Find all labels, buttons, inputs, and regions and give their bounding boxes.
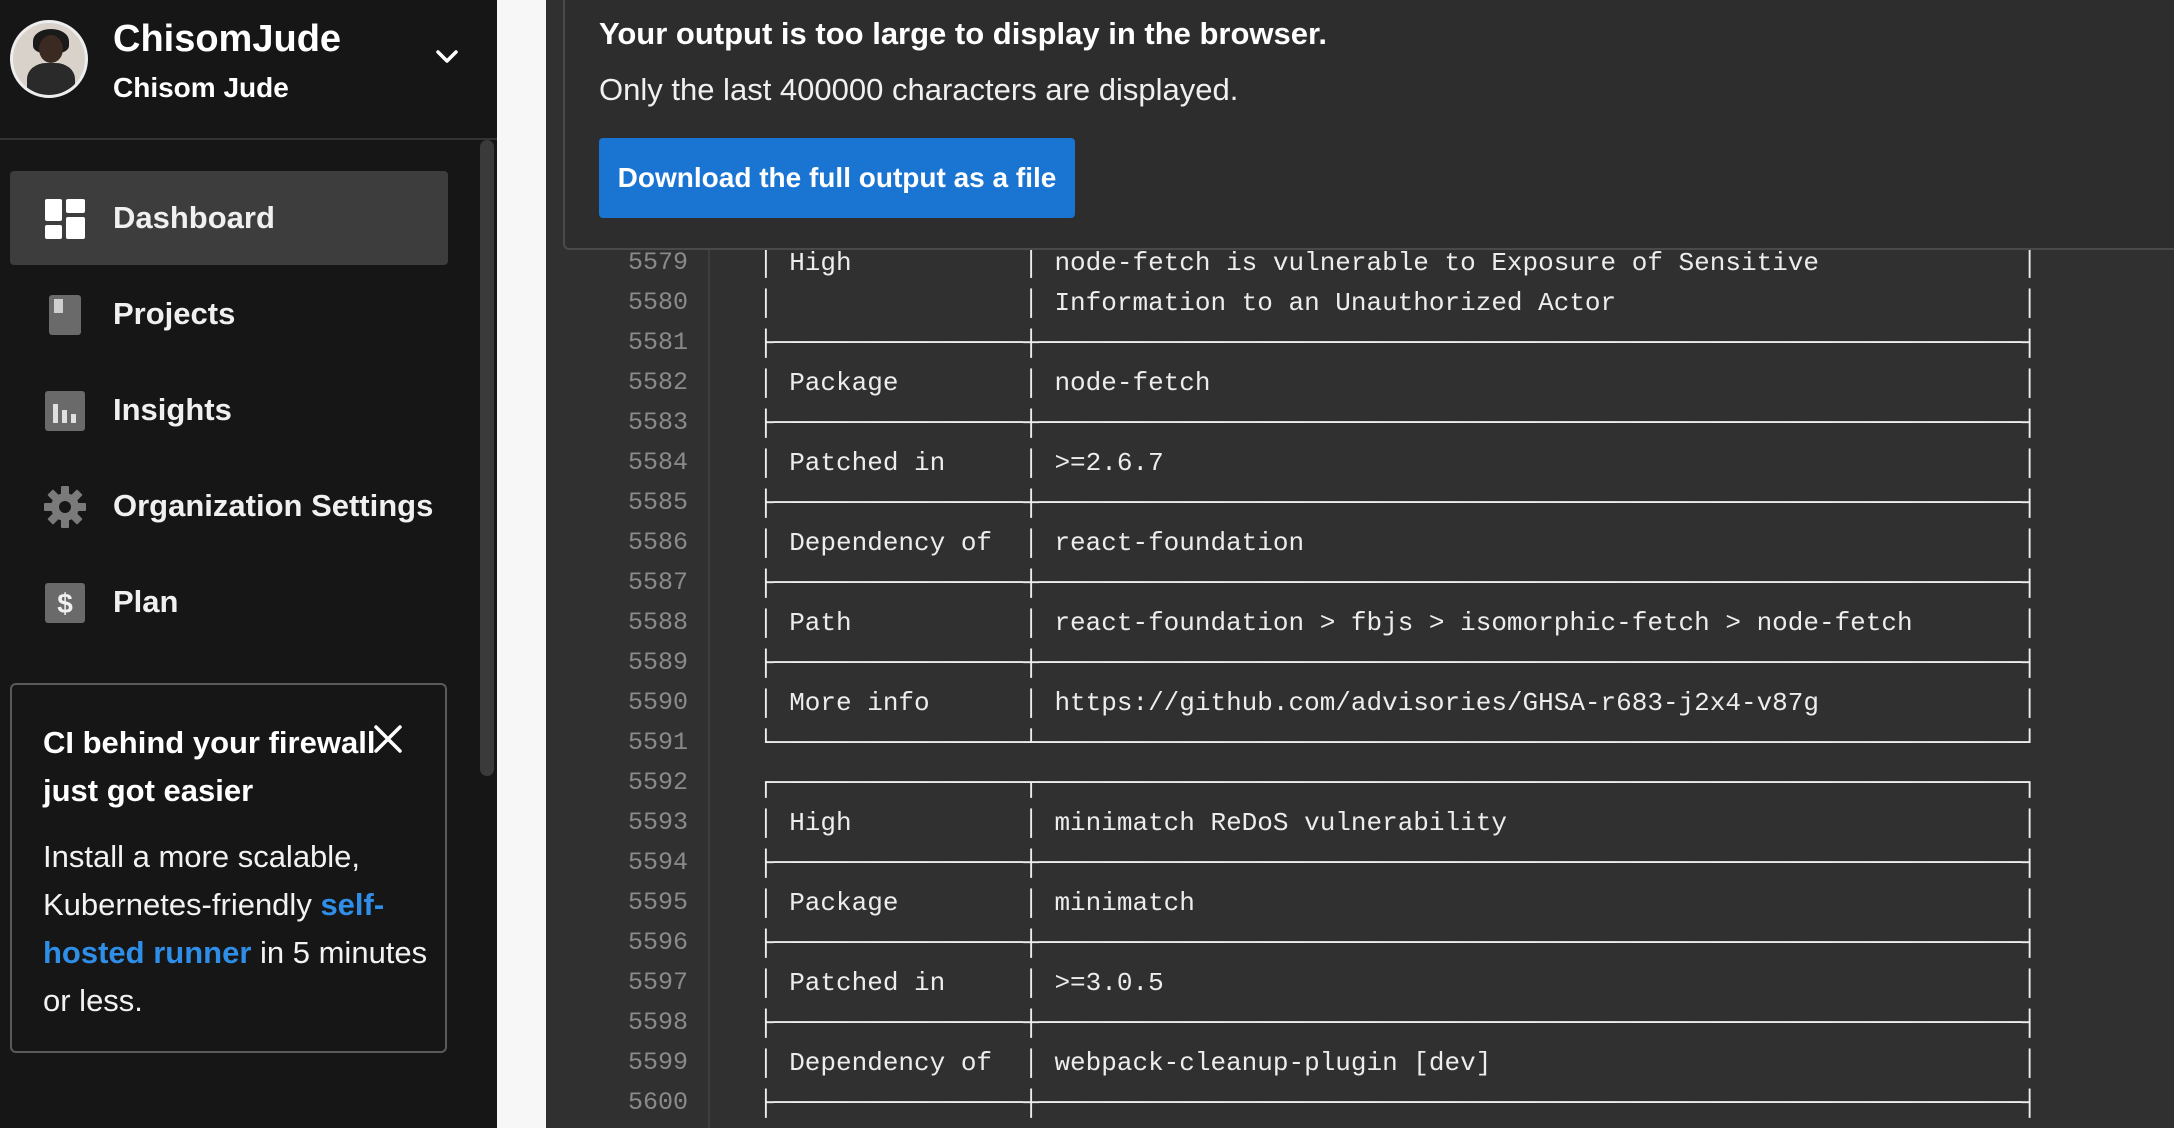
log-line: 5592 ┌────────────────┬──────────────────…: [546, 762, 2174, 802]
line-text: │ │ Information to an Unauthorized Actor…: [758, 288, 2038, 318]
nav-label-organization-settings: Organization Settings: [113, 488, 434, 523]
account-switcher[interactable]: ChisomJude Chisom Jude: [0, 0, 497, 140]
line-text: │ High │ minimatch ReDoS vulnerability │: [758, 808, 2038, 838]
line-number[interactable]: 5600: [606, 1088, 688, 1117]
line-text: ├────────────────┼──────────────────────…: [758, 488, 2038, 518]
promo-body: Install a more scalable, Kubernetes-frie…: [43, 833, 433, 1025]
line-number[interactable]: 5592: [606, 768, 688, 797]
line-text: │ Dependency of │ react-foundation │: [758, 528, 2038, 558]
avatar: [10, 20, 88, 98]
line-number[interactable]: 5583: [606, 408, 688, 437]
sidebar-scrollbar-thumb[interactable]: [480, 140, 494, 776]
line-text: │ Dependency of │ webpack-cleanup-plugin…: [758, 1048, 2038, 1078]
line-text: │ Package │ minimatch │: [758, 888, 2038, 918]
promo-card: CI behind your firewall just got easier …: [10, 683, 447, 1053]
nav-item-insights[interactable]: Insights: [10, 363, 448, 457]
line-number[interactable]: 5579: [606, 250, 688, 277]
log-line: 5598 ├────────────────┼──────────────────…: [546, 1002, 2174, 1042]
line-number[interactable]: 5598: [606, 1008, 688, 1037]
line-text: └────────────────┴──────────────────────…: [758, 728, 2038, 758]
log-line: 5589 ├────────────────┼──────────────────…: [546, 642, 2174, 682]
line-number[interactable]: 5594: [606, 848, 688, 877]
banner-title: Your output is too large to display in t…: [599, 16, 1327, 51]
dollar-icon: $: [45, 583, 85, 623]
log-line: 5600 ├────────────────┼──────────────────…: [546, 1082, 2174, 1122]
insights-icon: [45, 391, 85, 431]
line-text: ├────────────────┼──────────────────────…: [758, 1008, 2038, 1038]
log-line: 5594 ├────────────────┼──────────────────…: [546, 842, 2174, 882]
line-text: │ More info │ https://github.com/advisor…: [758, 688, 2038, 718]
log-output: 5579 │ High │ node-fetch is vulnerable to…: [546, 250, 2174, 1128]
line-number[interactable]: 5595: [606, 888, 688, 917]
promo-text-before: Install a more scalable, Kubernetes-frie…: [43, 839, 361, 922]
line-number[interactable]: 5591: [606, 728, 688, 757]
line-number[interactable]: 5599: [606, 1048, 688, 1077]
line-number[interactable]: 5589: [606, 648, 688, 677]
output-too-large-banner: Your output is too large to display in t…: [563, 0, 2174, 250]
log-line: 5583 ├────────────────┼──────────────────…: [546, 402, 2174, 442]
line-number[interactable]: 5584: [606, 448, 688, 477]
line-number[interactable]: 5585: [606, 488, 688, 517]
line-number[interactable]: 5593: [606, 808, 688, 837]
line-number[interactable]: 5596: [606, 928, 688, 957]
projects-icon: [49, 295, 81, 335]
line-text: ├────────────────┼──────────────────────…: [758, 648, 2038, 678]
line-text: ├────────────────┼──────────────────────…: [758, 408, 2038, 438]
line-text: │ Package │ node-fetch │: [758, 368, 2038, 398]
line-text: │ Path │ react-foundation > fbjs > isomo…: [758, 608, 2038, 638]
nav-label-insights: Insights: [113, 392, 232, 427]
log-line: 5593 │ High │ minimatch ReDoS vulnerabili…: [546, 802, 2174, 842]
nav-label-plan: Plan: [113, 584, 179, 619]
line-text: ├────────────────┼──────────────────────…: [758, 928, 2038, 958]
nav-item-projects[interactable]: Projects: [10, 267, 448, 361]
svg-text:$: $: [57, 588, 73, 619]
line-number[interactable]: 5590: [606, 688, 688, 717]
log-line: 5579 │ High │ node-fetch is vulnerable to…: [546, 250, 2174, 282]
log-line: 5591 └────────────────┴──────────────────…: [546, 722, 2174, 762]
log-line: 5595 │ Package │ minimatch │: [546, 882, 2174, 922]
log-line: 5582 │ Package │ node-fetch │: [546, 362, 2174, 402]
line-text: │ Patched in │ >=3.0.5 │: [758, 968, 2038, 998]
line-text: │ High │ node-fetch is vulnerable to Exp…: [758, 250, 2038, 278]
dashboard-icon: [45, 199, 85, 239]
log-line: 5585 ├────────────────┼──────────────────…: [546, 482, 2174, 522]
chevron-down-icon[interactable]: [432, 42, 462, 72]
line-number[interactable]: 5588: [606, 608, 688, 637]
log-line: 5599 │ Dependency of │ webpack-cleanup-pl…: [546, 1042, 2174, 1082]
nav-label-projects: Projects: [113, 296, 236, 331]
log-line: 5586 │ Dependency of │ react-foundation │: [546, 522, 2174, 562]
line-text: ├────────────────┼──────────────────────…: [758, 568, 2038, 598]
download-output-button[interactable]: Download the full output as a file: [599, 138, 1075, 218]
close-icon[interactable]: [372, 723, 404, 755]
log-line: 5584 │ Patched in │ >=2.6.7 │: [546, 442, 2174, 482]
line-number[interactable]: 5597: [606, 968, 688, 997]
gear-icon: [44, 486, 86, 528]
line-number[interactable]: 5587: [606, 568, 688, 597]
line-text: ├────────────────┼──────────────────────…: [758, 1088, 2038, 1118]
nav-item-organization-settings[interactable]: Organization Settings: [10, 459, 448, 553]
line-text: ┌────────────────┬──────────────────────…: [758, 768, 2038, 798]
log-line: 5597 │ Patched in │ >=3.0.5 │: [546, 962, 2174, 1002]
line-text: │ Patched in │ >=2.6.7 │: [758, 448, 2038, 478]
line-text: ├────────────────┼──────────────────────…: [758, 328, 2038, 358]
log-line: 5581 ├────────────────┼──────────────────…: [546, 322, 2174, 362]
promo-title: CI behind your firewall just got easier: [43, 725, 376, 808]
log-line: 5596 ├────────────────┼──────────────────…: [546, 922, 2174, 962]
nav-item-dashboard[interactable]: Dashboard: [10, 171, 448, 265]
account-display-name: Chisom Jude: [113, 72, 289, 103]
account-username: ChisomJude: [113, 18, 342, 60]
line-number[interactable]: 5586: [606, 528, 688, 557]
line-number[interactable]: 5580: [606, 288, 688, 317]
line-number[interactable]: 5582: [606, 368, 688, 397]
line-text: ├────────────────┼──────────────────────…: [758, 848, 2038, 878]
banner-subtitle: Only the last 400000 characters are disp…: [599, 72, 1239, 107]
log-line: 5588 │ Path │ react-foundation > fbjs > i…: [546, 602, 2174, 642]
log-line: 5587 ├────────────────┼──────────────────…: [546, 562, 2174, 602]
line-number[interactable]: 5581: [606, 328, 688, 357]
nav-label-dashboard: Dashboard: [113, 200, 275, 235]
log-line: 5580 │ │ Information to an Unauthorized A…: [546, 282, 2174, 322]
log-line: 5590 │ More info │ https://github.com/adv…: [546, 682, 2174, 722]
nav-item-plan[interactable]: $ Plan: [10, 555, 448, 649]
sidebar: ChisomJude Chisom Jude Dashboard Project…: [0, 0, 497, 1128]
